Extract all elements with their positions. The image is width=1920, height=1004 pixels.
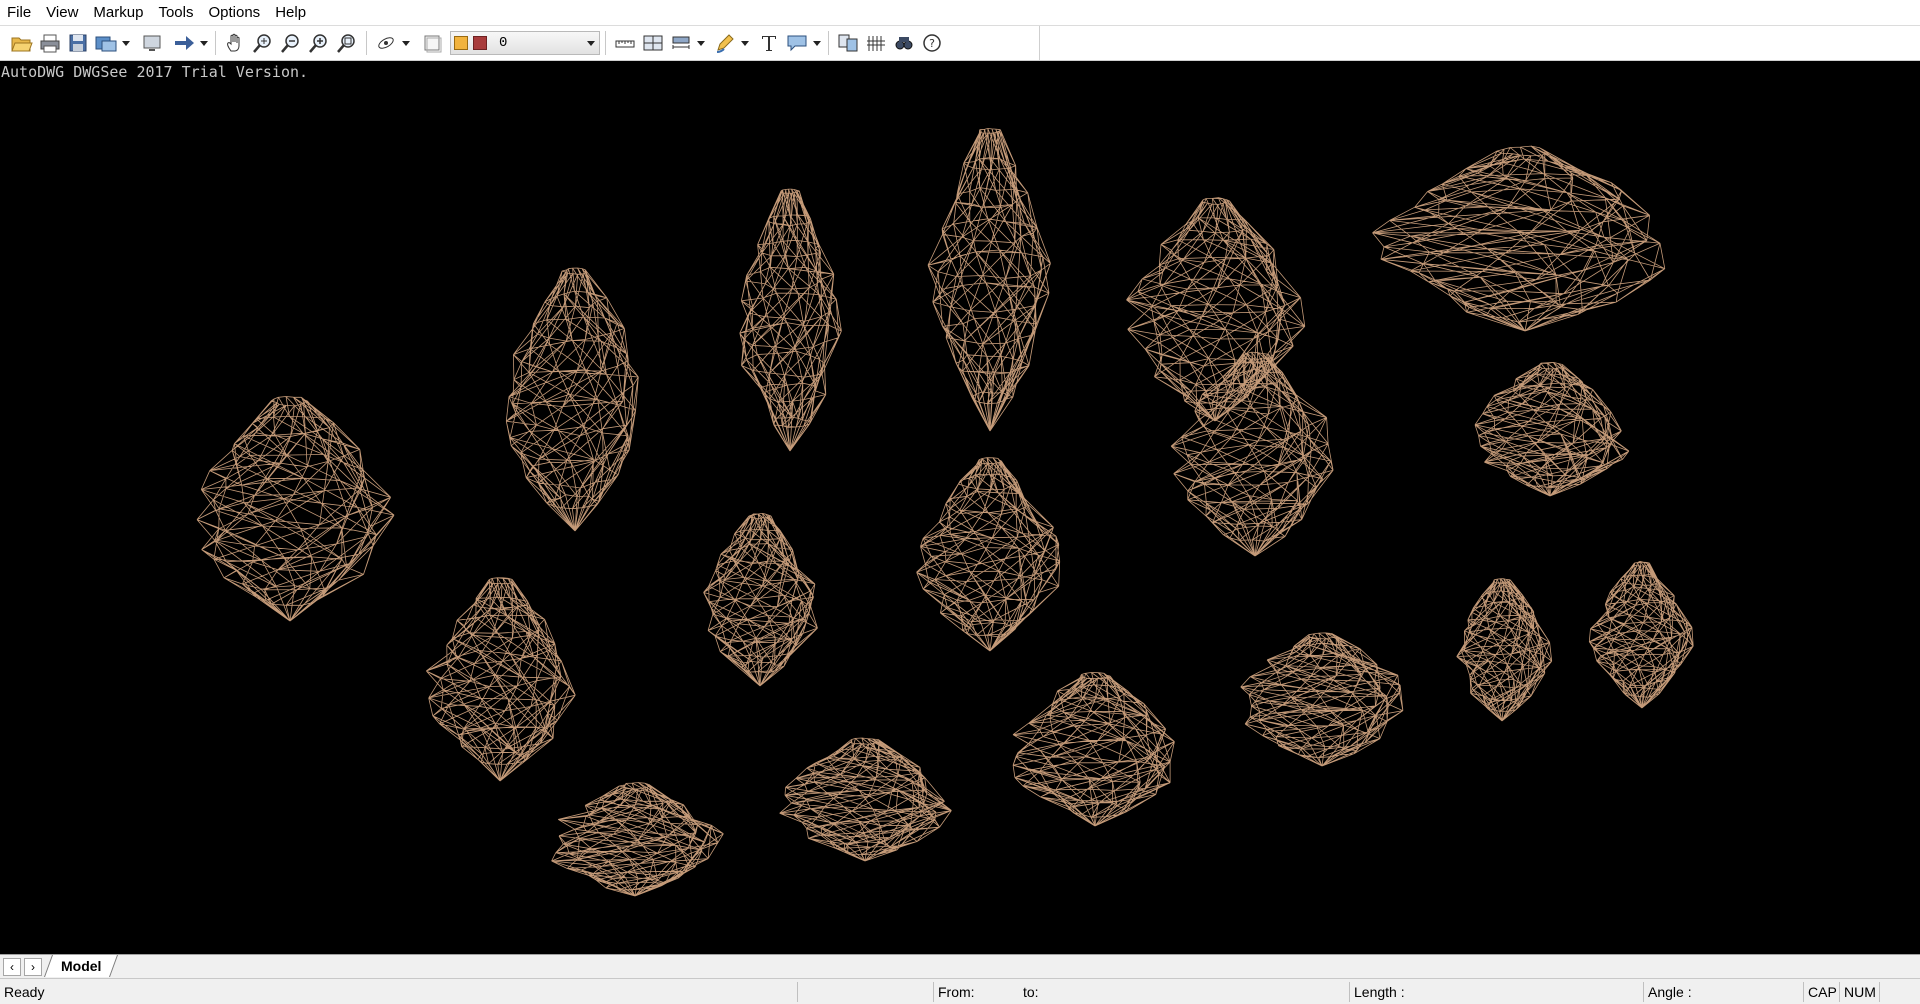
arrow-icon[interactable] (170, 29, 198, 57)
layer-panel-icon[interactable] (418, 29, 446, 57)
status-cap-indicator: CAP (1803, 982, 1839, 1002)
compare-icon[interactable] (834, 29, 862, 57)
save-icon[interactable] (64, 29, 92, 57)
hatch-icon[interactable] (862, 29, 890, 57)
tab-next-button[interactable]: › (24, 958, 42, 976)
menu-markup[interactable]: Markup (86, 0, 151, 25)
wireframe-rock (551, 782, 724, 897)
wireframe-rock (1456, 578, 1553, 722)
status-from-label: From: (933, 982, 1023, 1002)
zoom-realtime-icon[interactable] (249, 29, 277, 57)
status-num-indicator: NUM (1839, 982, 1879, 1002)
wireframe-rock (196, 396, 395, 622)
wireframe-mesh (196, 396, 395, 622)
wireframe-mesh (1012, 672, 1175, 827)
toolbar-strip: 0 ? (0, 26, 1040, 60)
orbit-dropdown-icon[interactable] (400, 29, 412, 57)
wireframe-rock (505, 267, 639, 532)
tab-prev-button[interactable]: ‹ (3, 958, 21, 976)
zoom-window-icon[interactable] (333, 29, 361, 57)
toolbar-separator (215, 31, 216, 55)
tab-model-label: Model (61, 958, 102, 974)
wireframe-mesh (1372, 145, 1666, 332)
wireframe-mesh (1456, 578, 1553, 722)
wireframe-rock (426, 577, 576, 782)
wireframe-rock (1012, 672, 1175, 827)
wireframe-rock (1474, 362, 1630, 497)
wireframe-mesh (1474, 362, 1630, 497)
tab-model[interactable]: Model (43, 955, 119, 977)
wireframe-rock (1240, 632, 1404, 767)
layer-state-icon (454, 36, 468, 50)
dimension-dropdown-icon[interactable] (695, 29, 707, 57)
status-to-label: to: (1023, 984, 1039, 1000)
menu-bar: File View Markup Tools Options Help (0, 0, 1920, 26)
arrow-dropdown-icon[interactable] (198, 29, 210, 57)
zoom-in-icon[interactable] (305, 29, 333, 57)
wireframe-mesh (916, 457, 1061, 652)
menu-tools[interactable]: Tools (151, 0, 201, 25)
toolbar-separator (828, 31, 829, 55)
toolbar-separator (605, 31, 606, 55)
find-icon[interactable] (890, 29, 918, 57)
status-blank-pane (1879, 982, 1920, 1002)
wireframe-rock (927, 128, 1051, 432)
menu-file[interactable]: File (0, 0, 39, 25)
text-icon[interactable] (755, 29, 783, 57)
dimension-icon[interactable] (667, 29, 695, 57)
open-icon[interactable] (8, 29, 36, 57)
wireframe-mesh (1170, 351, 1334, 557)
status-length-label: Length : (1349, 982, 1643, 1002)
help-icon[interactable]: ? (918, 29, 946, 57)
wireframe-mesh (1588, 561, 1694, 709)
drawing-canvas[interactable]: AutoDWG DWGSee 2017 Trial Version. (0, 61, 1920, 954)
export-dropdown-icon[interactable] (120, 29, 132, 57)
wireframe-mesh (1240, 632, 1404, 767)
callout-dropdown-icon[interactable] (811, 29, 823, 57)
wireframe-mesh (739, 188, 842, 452)
wireframe-rock (703, 513, 818, 687)
layer-color-swatch (473, 36, 487, 50)
app-window: File View Markup Tools Options Help 0 ? … (0, 0, 1920, 1004)
status-bar: Ready From: to: Length : Angle : CAP NUM (0, 978, 1920, 1004)
layer-dropdown-icon[interactable] (583, 40, 599, 46)
zoom-out-icon[interactable] (277, 29, 305, 57)
layer-selector[interactable]: 0 (450, 31, 600, 55)
menu-view[interactable]: View (39, 0, 86, 25)
pan-icon[interactable] (221, 29, 249, 57)
measure-distance-icon[interactable] (611, 29, 639, 57)
measure-area-icon[interactable] (639, 29, 667, 57)
status-angle-label: Angle : (1643, 982, 1803, 1002)
export-icon[interactable] (92, 29, 120, 57)
wireframe-rock (1372, 145, 1666, 332)
menu-help[interactable]: Help (268, 0, 314, 25)
wireframe-rock (916, 457, 1061, 652)
menu-options[interactable]: Options (201, 0, 268, 25)
orbit-icon[interactable] (372, 29, 400, 57)
pen-markup-icon[interactable] (711, 29, 739, 57)
layer-name: 0 (499, 35, 508, 51)
wireframe-rock (1588, 561, 1694, 709)
toolbar: 0 ? (0, 26, 1920, 61)
status-ready: Ready (4, 984, 45, 1000)
svg-text:?: ? (929, 37, 935, 50)
status-blank-pane (797, 982, 933, 1002)
pen-dropdown-icon[interactable] (739, 29, 751, 57)
toolbar-separator (366, 31, 367, 55)
wireframe-mesh (927, 128, 1051, 432)
wireframe-rock (1170, 351, 1334, 557)
layout-tab-bar: ‹ › Model (0, 954, 1920, 979)
wireframe-rock (739, 188, 842, 452)
wireframe-mesh (505, 267, 639, 532)
wireframe-mesh (551, 782, 724, 897)
print-icon[interactable] (36, 29, 64, 57)
wireframe-drawing (196, 128, 1694, 897)
wireframe-mesh (703, 513, 818, 687)
wireframe-rock (779, 737, 952, 862)
wireframe-mesh (779, 737, 952, 862)
callout-icon[interactable] (783, 29, 811, 57)
wireframe-mesh (426, 577, 576, 782)
display-icon[interactable] (138, 29, 166, 57)
